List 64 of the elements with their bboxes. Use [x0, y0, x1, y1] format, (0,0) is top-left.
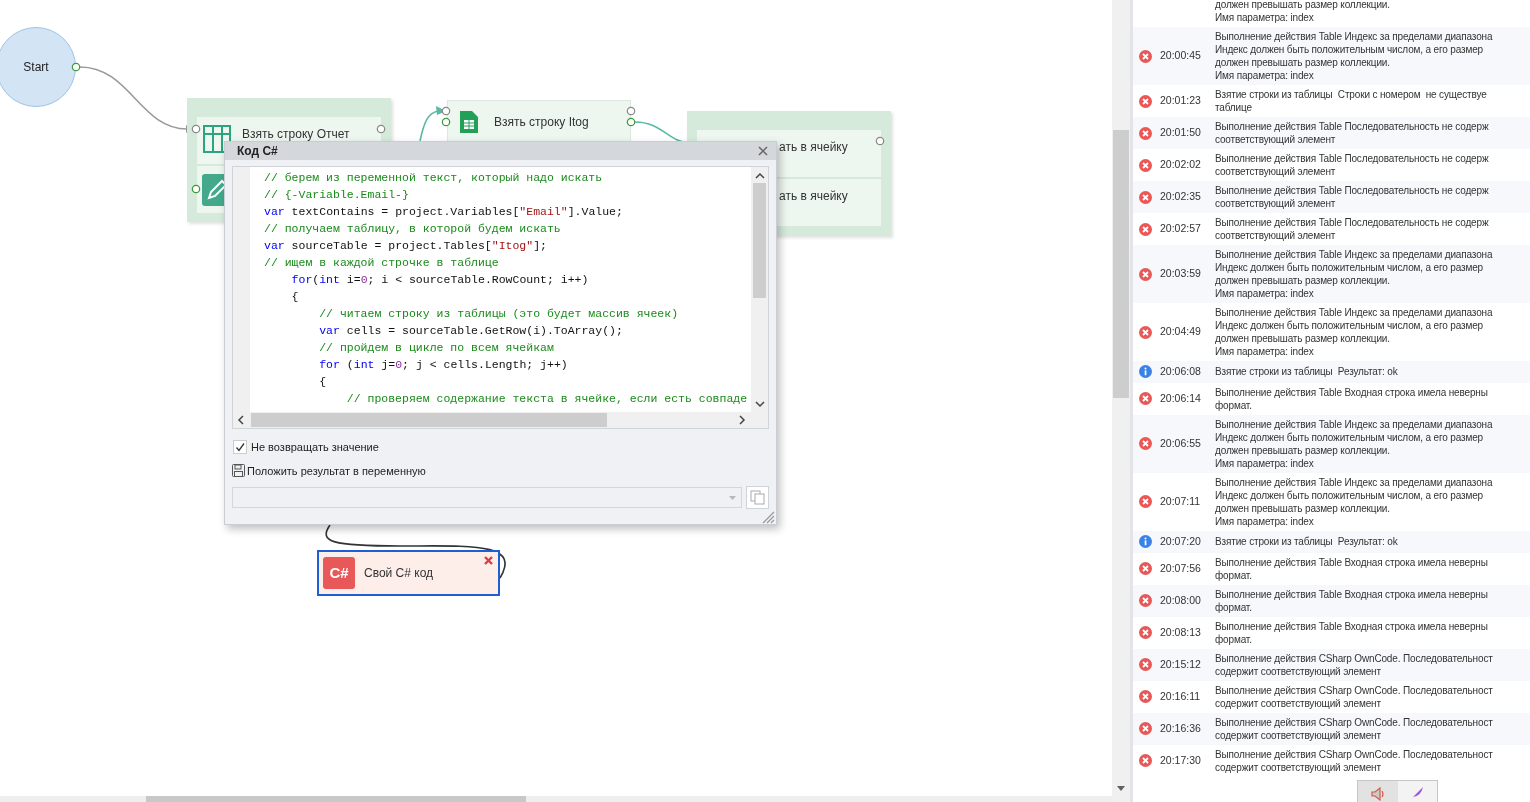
log-message: Взятие строки из таблицы Строки с номером не существуе таблице [1215, 88, 1487, 114]
log-message: Выполнение действия Table Последовательность не содерж соответствующий элемент [1215, 152, 1489, 178]
log-message: Выполнение действия Table Входная строка имела неверны формат. [1215, 385, 1488, 412]
code-line: // пройдем в цикле по всем ячейкам [318, 340, 555, 356]
log-message: Выполнение действия Table Индекс за пределами диапазона Индекс должен быть положительным числом, а его размер должен превышать размер коллекции. Имя параметра: index [1215, 475, 1493, 528]
log-message: Выполнение действия Table Индекс за пределами диапазона Индекс должен быть положительным числом, а его размер должен превышать размер коллекции. Имя параметра: index [1215, 248, 1493, 300]
log-message: Выполнение действия CSharp OwnCode. Последовательност содержит соответствующий элемент [1215, 683, 1493, 710]
node-label: Start [23, 59, 49, 76]
log-message: Выполнение действия Table Входная строка имела неверны формат. [1215, 619, 1488, 646]
log-time: 20:07:20 [1160, 534, 1201, 547]
code-line: // {-Variable.Email-} [264, 187, 410, 203]
node-label: Свой C# код [364, 565, 434, 582]
log-time: 20:02:57 [1160, 222, 1201, 235]
code-line: var textContains = project.Variables["Email"].Value; [264, 204, 624, 220]
log-message: Взятие строки из таблицы Результат: ok [1215, 535, 1398, 549]
log-time: 20:06:14 [1160, 391, 1201, 404]
log-time: 20:00:45 [1160, 49, 1201, 62]
code-line: var sourceTable = project.Tables["Itog"]; [264, 238, 548, 254]
log-message: Выполнение действия Table Индекс за пределами диапазона Индекс должен быть положительным числом, а его размер должен превышать размер коллекции. Имя параметра: index [1215, 30, 1493, 82]
log-time: 20:02:02 [1160, 158, 1201, 171]
code-line: { [290, 289, 300, 305]
code-line: { [318, 374, 328, 390]
code-line: // получаем таблицу, в которой будем искать [264, 221, 562, 237]
log-message: Выполнение действия Table Входная строка имела неверны формат. [1215, 587, 1488, 614]
code-line: // читаем строку из таблицы (это будет массив ячеек) [318, 306, 680, 322]
log-time: 20:04:49 [1160, 325, 1201, 338]
csharp-icon: C# [323, 557, 355, 589]
log-time: 20:06:55 [1160, 436, 1201, 449]
log-time: 20:16:11 [1160, 689, 1201, 702]
node-label: Взять строку Itog [494, 114, 589, 131]
log-message: Выполнение действия CSharp OwnCode. Последовательност содержит соответствующий элемент [1215, 747, 1493, 774]
log-message: Выполнение действия CSharp OwnCode. Последовательност содержит соответствующий элемент [1215, 715, 1493, 742]
code-line: // берем из переменной текст, который надо искать [264, 170, 604, 186]
code-line: var cells = sourceTable.GetRow(i).ToArray(); [318, 323, 624, 339]
log-time: 20:07:11 [1160, 494, 1201, 507]
log-time: 20:15:12 [1160, 657, 1201, 670]
node-label: ать в ячейку [779, 139, 848, 156]
log-message: должен превышать размер коллекции. Имя параметра: index [1215, 0, 1390, 24]
log-time: 20:06:08 [1160, 365, 1201, 377]
log-time: 20:17:30 [1160, 753, 1201, 766]
log-time: 20:02:35 [1160, 190, 1201, 203]
log-message: Выполнение действия CSharp OwnCode. Последовательност содержит соответствующий элемент [1215, 651, 1493, 678]
code-line: // ищем в каждой строчке в таблице [264, 255, 500, 271]
log-message: Взятие строки из таблицы Результат: ok [1215, 365, 1398, 379]
log-message: Выполнение действия Table Индекс за пределами диапазона Индекс должен быть положительным числом, а его размер должен превышать размер коллекции. Имя параметра: index [1215, 417, 1493, 470]
log-time: 20:01:50 [1160, 126, 1201, 139]
log-message: Выполнение действия Table Последовательность не содерж соответствующий элемент [1215, 120, 1489, 146]
option-label: Положить результат в переменную [247, 463, 426, 479]
log-time: 20:07:56 [1160, 561, 1201, 574]
log-message: Выполнение действия Table Последовательность не содерж соответствующий элемент [1215, 184, 1489, 210]
log-time: 20:08:00 [1160, 593, 1201, 606]
log-time: 20:03:59 [1160, 267, 1201, 280]
log-message: Выполнение действия Table Индекс за пределами диапазона Индекс должен быть положительным числом, а его размер должен превышать размер коллекции. Имя параметра: index [1215, 306, 1493, 358]
log-time: 20:01:23 [1160, 94, 1201, 107]
code-line: for(int i=0; i < sourceTable.RowCount; i++) [290, 272, 590, 288]
node-label: Взять строку Отчет [242, 126, 350, 143]
log-message: Выполнение действия Table Входная строка имела неверны формат. [1215, 555, 1488, 582]
log-message: Выполнение действия Table Последовательность не содерж соответствующий элемент [1215, 216, 1489, 242]
code-line: for (int j=0; j < cells.Length; j++) [318, 357, 569, 373]
node-label: ать в ячейку [779, 188, 848, 205]
dialog-title: Код C# [237, 143, 278, 160]
log-time: 20:08:13 [1160, 625, 1201, 638]
code-line: // проверяем содержание текста в ячейке, если есть совпаде [345, 391, 749, 407]
log-time: 20:16:36 [1160, 721, 1201, 734]
